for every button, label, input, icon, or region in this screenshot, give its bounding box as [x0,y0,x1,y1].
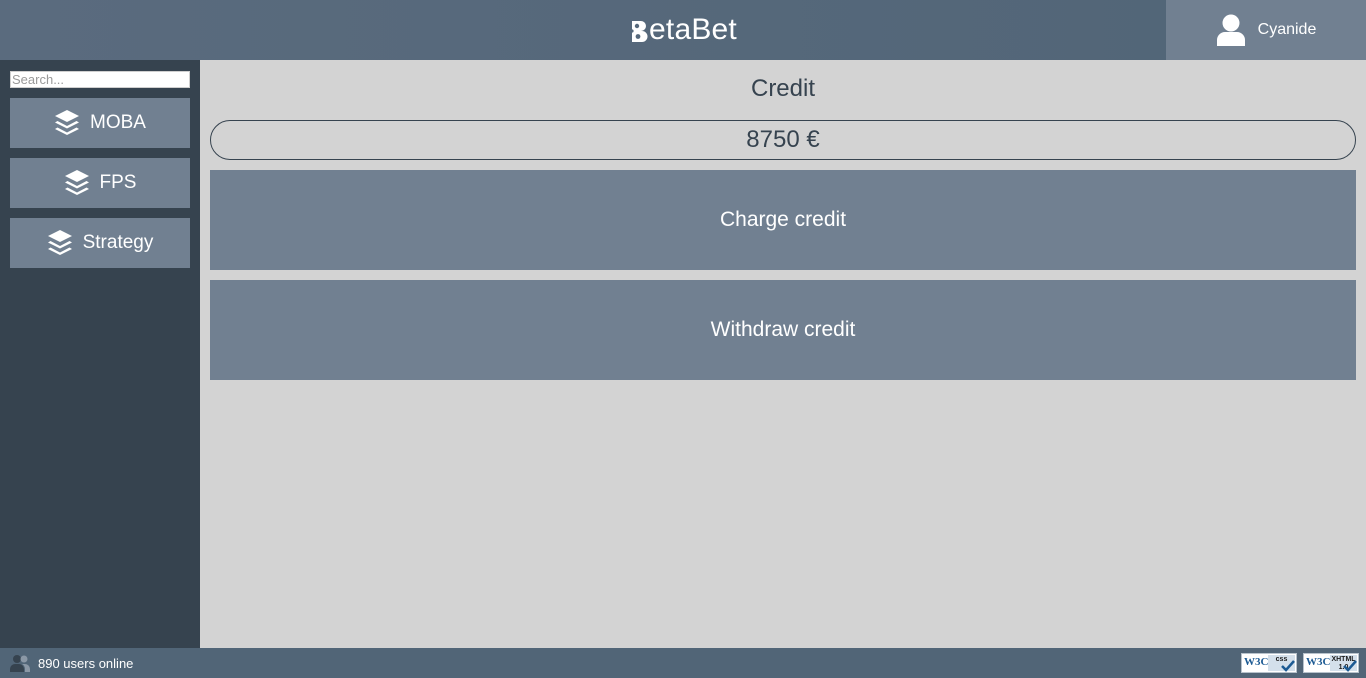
layers-icon [64,170,89,195]
layers-icon [47,230,72,255]
online-count: 890 users online [38,655,134,671]
category-fps[interactable]: FPS [10,158,190,208]
category-label: FPS [99,172,137,193]
w3c-css-badge[interactable]: W3C css [1241,653,1297,673]
brand-logo[interactable]: etaBet [0,0,1366,60]
online-users: 890 users online [10,648,133,678]
w3c-xhtml-badge[interactable]: W3C XHTML 1.0 [1303,653,1359,673]
category-label: Strategy [82,232,154,253]
w3c-label: W3C [1244,656,1269,668]
top-header: etaBet Cyanide [0,0,1366,60]
brand-name: etaBet [649,13,737,46]
w3c-label: W3C [1306,656,1331,668]
layers-icon [55,110,80,135]
sidebar: MOBA FPS Strategy [0,60,200,648]
category-moba[interactable]: MOBA [10,98,190,148]
users-icon [10,655,30,672]
search-input[interactable] [10,71,190,88]
user-avatar-icon [1216,14,1245,46]
withdraw-credit-button[interactable]: Withdraw credit [210,280,1356,380]
credit-title: Credit [750,75,816,102]
charge-credit-button[interactable]: Charge credit [210,170,1356,270]
checkmark-icon [1281,660,1295,672]
checkmark-icon [1343,660,1357,672]
category-strategy[interactable]: Strategy [10,218,190,268]
category-label: MOBA [90,112,146,133]
brand-b-icon [630,21,648,42]
footer: 890 users online W3C css W3C XHTML 1.0 [0,648,1366,678]
main-content: Credit 8750 € Charge credit Withdraw cre… [200,60,1366,648]
user-menu[interactable]: Cyanide [1166,0,1366,60]
credit-balance: 8750 € [210,120,1356,160]
username: Cyanide [1257,21,1317,38]
